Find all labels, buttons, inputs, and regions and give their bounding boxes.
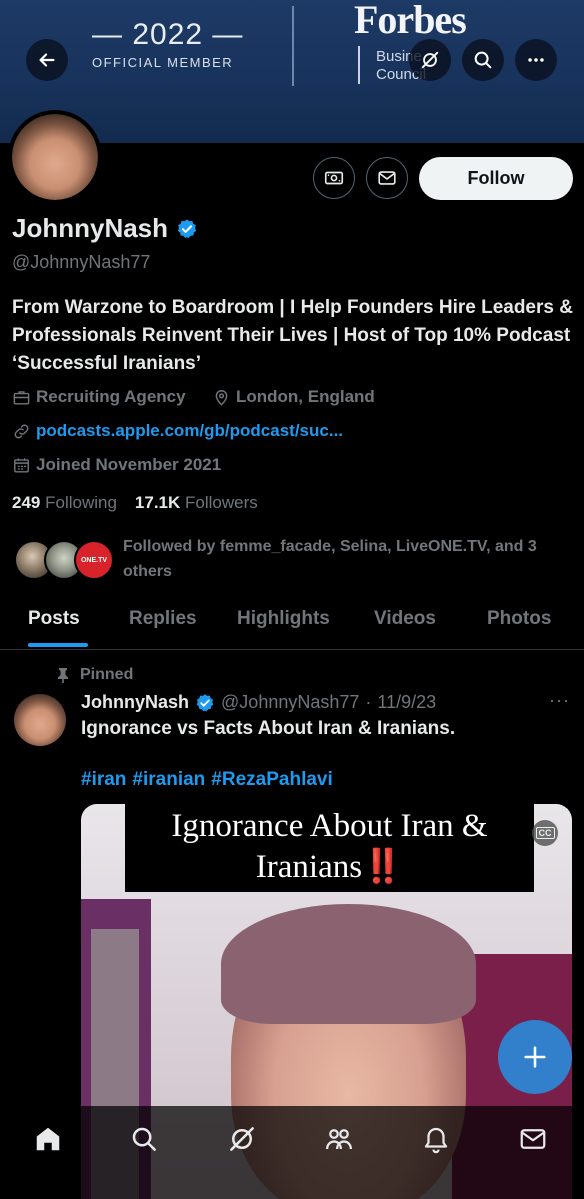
following-count: 249 (12, 493, 41, 512)
follow-button[interactable]: Follow (419, 157, 573, 200)
tab-highlights[interactable]: Highlights (237, 608, 330, 630)
active-tab-indicator (28, 643, 88, 647)
nav-grok[interactable] (227, 1124, 257, 1154)
followers-label: Followers (185, 493, 258, 512)
video-caption-overlay: Ignorance About Iran & Iranians‼️ (125, 804, 534, 892)
communities-icon (326, 1129, 352, 1150)
post-author-name[interactable]: JohnnyNash (81, 692, 189, 713)
followers-count: 17.1K (134, 493, 181, 512)
followed-by-avatars[interactable]: ONE.TV (14, 540, 114, 582)
profile-category-text: Recruiting Agency (36, 387, 186, 406)
cc-icon: CC (535, 827, 555, 839)
nav-search[interactable] (129, 1124, 159, 1154)
post-header: JohnnyNash @JohnnyNash77 · 11/9/23 (81, 692, 436, 713)
profile-website[interactable]: podcasts.apple.com/gb/podcast/suc... (12, 421, 343, 441)
hashtag-link[interactable]: #iranian (132, 769, 205, 791)
video-person-hair (221, 904, 476, 1024)
search-icon (132, 1127, 156, 1151)
profile-bio: From Warzone to Boardroom | I Help Found… (12, 297, 573, 374)
post-date[interactable]: 11/9/23 (377, 692, 436, 713)
grok-icon (230, 1127, 254, 1151)
profile-website-link[interactable]: podcasts.apple.com/gb/podcast/suc... (36, 421, 343, 441)
notifications-icon (424, 1127, 448, 1154)
pinned-label: Pinned (56, 666, 133, 684)
banner-forbes-logo: Forbes (354, 0, 467, 42)
tab-posts[interactable]: Posts (28, 608, 80, 630)
followed-by-text[interactable]: Followed by femme_facade, Selina, LiveON… (123, 534, 573, 584)
profile-avatar-photo (12, 114, 98, 200)
back-arrow-icon (39, 53, 55, 67)
following-label: Following (45, 493, 117, 512)
profile-avatar[interactable] (8, 110, 102, 204)
more-icon (528, 58, 544, 62)
nav-notifications[interactable] (421, 1124, 451, 1154)
messages-icon (520, 1129, 546, 1149)
banner-year: — 2022 — (92, 18, 244, 51)
grok-button[interactable] (409, 39, 451, 81)
calendar-icon (14, 457, 29, 473)
subscribe-button[interactable] (313, 157, 355, 199)
post-text: Ignorance vs Facts About Iran & Iranians… (81, 718, 456, 739)
video-caption-line2: Iranians‼️ (125, 847, 534, 888)
post-author-handle[interactable]: @JohnnyNash77 (221, 692, 359, 713)
tab-videos[interactable]: Videos (374, 608, 436, 630)
search-icon (474, 51, 492, 69)
home-icon (36, 1127, 60, 1151)
location-pin-icon (215, 389, 228, 406)
more-button[interactable] (515, 39, 557, 81)
following-link[interactable]: 249 Following (12, 493, 117, 513)
followers-link[interactable]: 17.1K Followers (135, 493, 258, 513)
profile-tabs: Posts Replies Highlights Videos Photos (0, 598, 584, 650)
back-button[interactable] (26, 39, 68, 81)
verified-badge-icon[interactable] (176, 218, 198, 240)
pinned-text: Pinned (80, 666, 134, 683)
profile-name-row: JohnnyNash (12, 213, 198, 244)
money-icon (324, 171, 344, 185)
nav-communities[interactable] (324, 1124, 354, 1154)
profile-category: Recruiting Agency (12, 387, 186, 407)
search-button[interactable] (462, 39, 504, 81)
link-icon (14, 424, 29, 438)
banner-divider (292, 6, 294, 86)
profile-name: JohnnyNash (12, 213, 169, 243)
nav-home[interactable] (33, 1124, 63, 1154)
post-separator: · (365, 692, 372, 712)
profile-location-text: London, England (236, 387, 375, 406)
closed-captions-button[interactable]: CC (532, 820, 558, 846)
profile-joined: Joined November 2021 (12, 455, 221, 475)
pin-icon (58, 668, 68, 683)
post-author-avatar[interactable] (14, 694, 66, 746)
post-hashtags: #iran #iranian #RezaPahlavi (81, 769, 333, 791)
plus-icon (524, 1046, 546, 1068)
bottom-navigation (0, 1106, 584, 1199)
post-more-button[interactable]: ··· (549, 690, 570, 711)
follow-counts: 249 Following 17.1K Followers (12, 493, 258, 513)
follower-avatar: ONE.TV (74, 540, 114, 580)
profile-joined-text: Joined November 2021 (36, 455, 222, 474)
nav-messages[interactable] (518, 1124, 548, 1154)
banner-council-divider (358, 46, 360, 84)
profile-handle: @JohnnyNash77 (12, 252, 151, 272)
follower-avatar-logo-text: ONE.TV (80, 556, 108, 564)
verified-badge-icon (196, 693, 214, 711)
compose-post-button[interactable] (498, 1020, 572, 1094)
profile-location: London, England (212, 387, 375, 407)
video-caption-bang: ‼️ (362, 849, 404, 885)
banner-official-member: OFFICIAL MEMBER (92, 55, 234, 70)
message-button[interactable] (366, 157, 408, 199)
hashtag-link[interactable]: #RezaPahlavi (211, 769, 332, 791)
tab-photos[interactable]: Photos (487, 608, 551, 630)
briefcase-icon (13, 390, 30, 405)
envelope-icon (378, 171, 396, 185)
tab-replies[interactable]: Replies (129, 608, 197, 630)
hashtag-link[interactable]: #iran (81, 769, 126, 791)
grok-icon (421, 51, 439, 69)
video-caption-line2-text: Iranians (255, 849, 363, 885)
video-caption-line1: Ignorance About Iran & (171, 808, 488, 844)
